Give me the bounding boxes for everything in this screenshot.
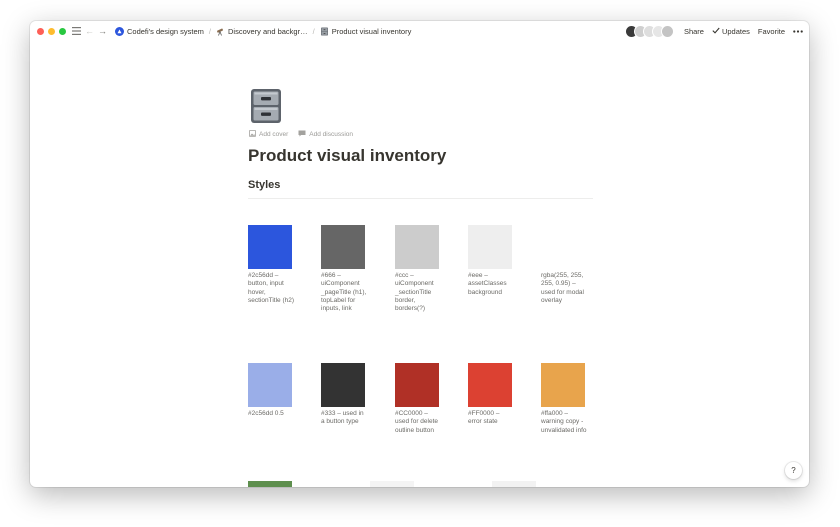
swatch-caption: #333 – used in a button type (321, 410, 364, 426)
share-label: Share (683, 26, 704, 36)
add-cover-label: Add cover (259, 131, 289, 138)
window-controls (37, 27, 66, 35)
page-actions: Add cover Add discussion (249, 130, 353, 139)
heading-divider (248, 198, 593, 199)
swatch-caption: #2c56dd 0.5 (248, 410, 284, 417)
app-window: ← → Codefi's design system / Discovery a… (30, 21, 809, 487)
favorite-label: Favorite (757, 26, 785, 36)
add-discussion-button[interactable]: Add discussion (298, 130, 353, 139)
forward-arrow-icon[interactable]: → (98, 26, 107, 36)
help-label: ? (791, 466, 796, 475)
breadcrumb-label: Codefi's design system (127, 26, 204, 36)
sidebar-menu-icon[interactable] (71, 26, 81, 36)
close-window-button[interactable] (37, 27, 44, 35)
color-swatch (541, 363, 585, 407)
minimize-window-button[interactable] (48, 27, 55, 35)
updates-label: Updates (721, 26, 750, 36)
file-cabinet-icon (320, 27, 329, 36)
image-icon (249, 130, 256, 139)
breadcrumb-separator: / (208, 26, 211, 36)
back-arrow-icon[interactable]: ← (85, 26, 94, 36)
comment-icon (298, 130, 306, 139)
color-swatch (492, 481, 536, 487)
color-swatch (248, 225, 292, 269)
color-swatch (468, 225, 512, 269)
favorite-button[interactable]: Favorite (758, 27, 785, 36)
swatch-caption: #FF0000 – error state (468, 410, 500, 426)
page-title[interactable]: Product visual inventory (248, 146, 446, 166)
color-swatch (395, 363, 439, 407)
swatch-caption: #CC0000 – used for delete outline button (395, 410, 439, 434)
breadcrumb-item-design-system[interactable]: Codefi's design system (113, 26, 206, 36)
codefi-logo-icon (115, 26, 124, 36)
section-heading[interactable]: Styles (248, 179, 280, 191)
avatar (660, 24, 674, 38)
breadcrumb: Codefi's design system / Discovery and b… (113, 26, 414, 36)
swatch-caption: #ccc – uiComponent _sectionTitle border,… (395, 272, 434, 313)
color-swatch (321, 363, 365, 407)
more-options-icon[interactable] (793, 29, 803, 33)
swatch-caption: #eee – assetClasses background (468, 272, 507, 296)
help-button[interactable]: ? (785, 462, 802, 479)
swatch-caption: rgba(255, 255, 255, 0.95) – used for mod… (541, 272, 584, 304)
breadcrumb-label: Product visual inventory (331, 26, 412, 36)
color-swatch (321, 225, 365, 269)
collaborator-avatars[interactable] (624, 24, 674, 38)
breadcrumb-label: Discovery and backgr… (227, 26, 308, 36)
add-discussion-label: Add discussion (309, 131, 354, 138)
breadcrumb-item-discovery[interactable]: Discovery and backgr… (214, 27, 310, 36)
color-swatch (370, 481, 414, 487)
top-bar-actions: Share Updates Favorite (624, 21, 803, 41)
color-swatch (468, 363, 512, 407)
updates-button[interactable]: Updates (712, 27, 750, 36)
share-button[interactable]: Share (684, 27, 704, 36)
checkmark-icon (712, 27, 720, 36)
swatch-caption: #ffa000 – warning copy - unvalidated inf… (541, 410, 587, 434)
breadcrumb-item-current-page[interactable]: Product visual inventory (318, 27, 414, 36)
add-cover-button[interactable]: Add cover (249, 130, 288, 139)
swatch-caption: #2c56dd – button, input hover, sectionTi… (248, 272, 294, 304)
top-bar: ← → Codefi's design system / Discovery a… (30, 21, 809, 41)
color-swatch (248, 481, 292, 487)
breadcrumb-separator: / (312, 26, 315, 36)
file-cabinet-icon[interactable] (248, 88, 284, 124)
color-swatch (248, 363, 292, 407)
color-swatch (395, 225, 439, 269)
telescope-icon (216, 27, 225, 36)
swatch-caption: #666 – uiComponent _pageTitle (h1), topL… (321, 272, 367, 313)
color-swatch (541, 225, 585, 269)
maximize-window-button[interactable] (59, 27, 66, 35)
